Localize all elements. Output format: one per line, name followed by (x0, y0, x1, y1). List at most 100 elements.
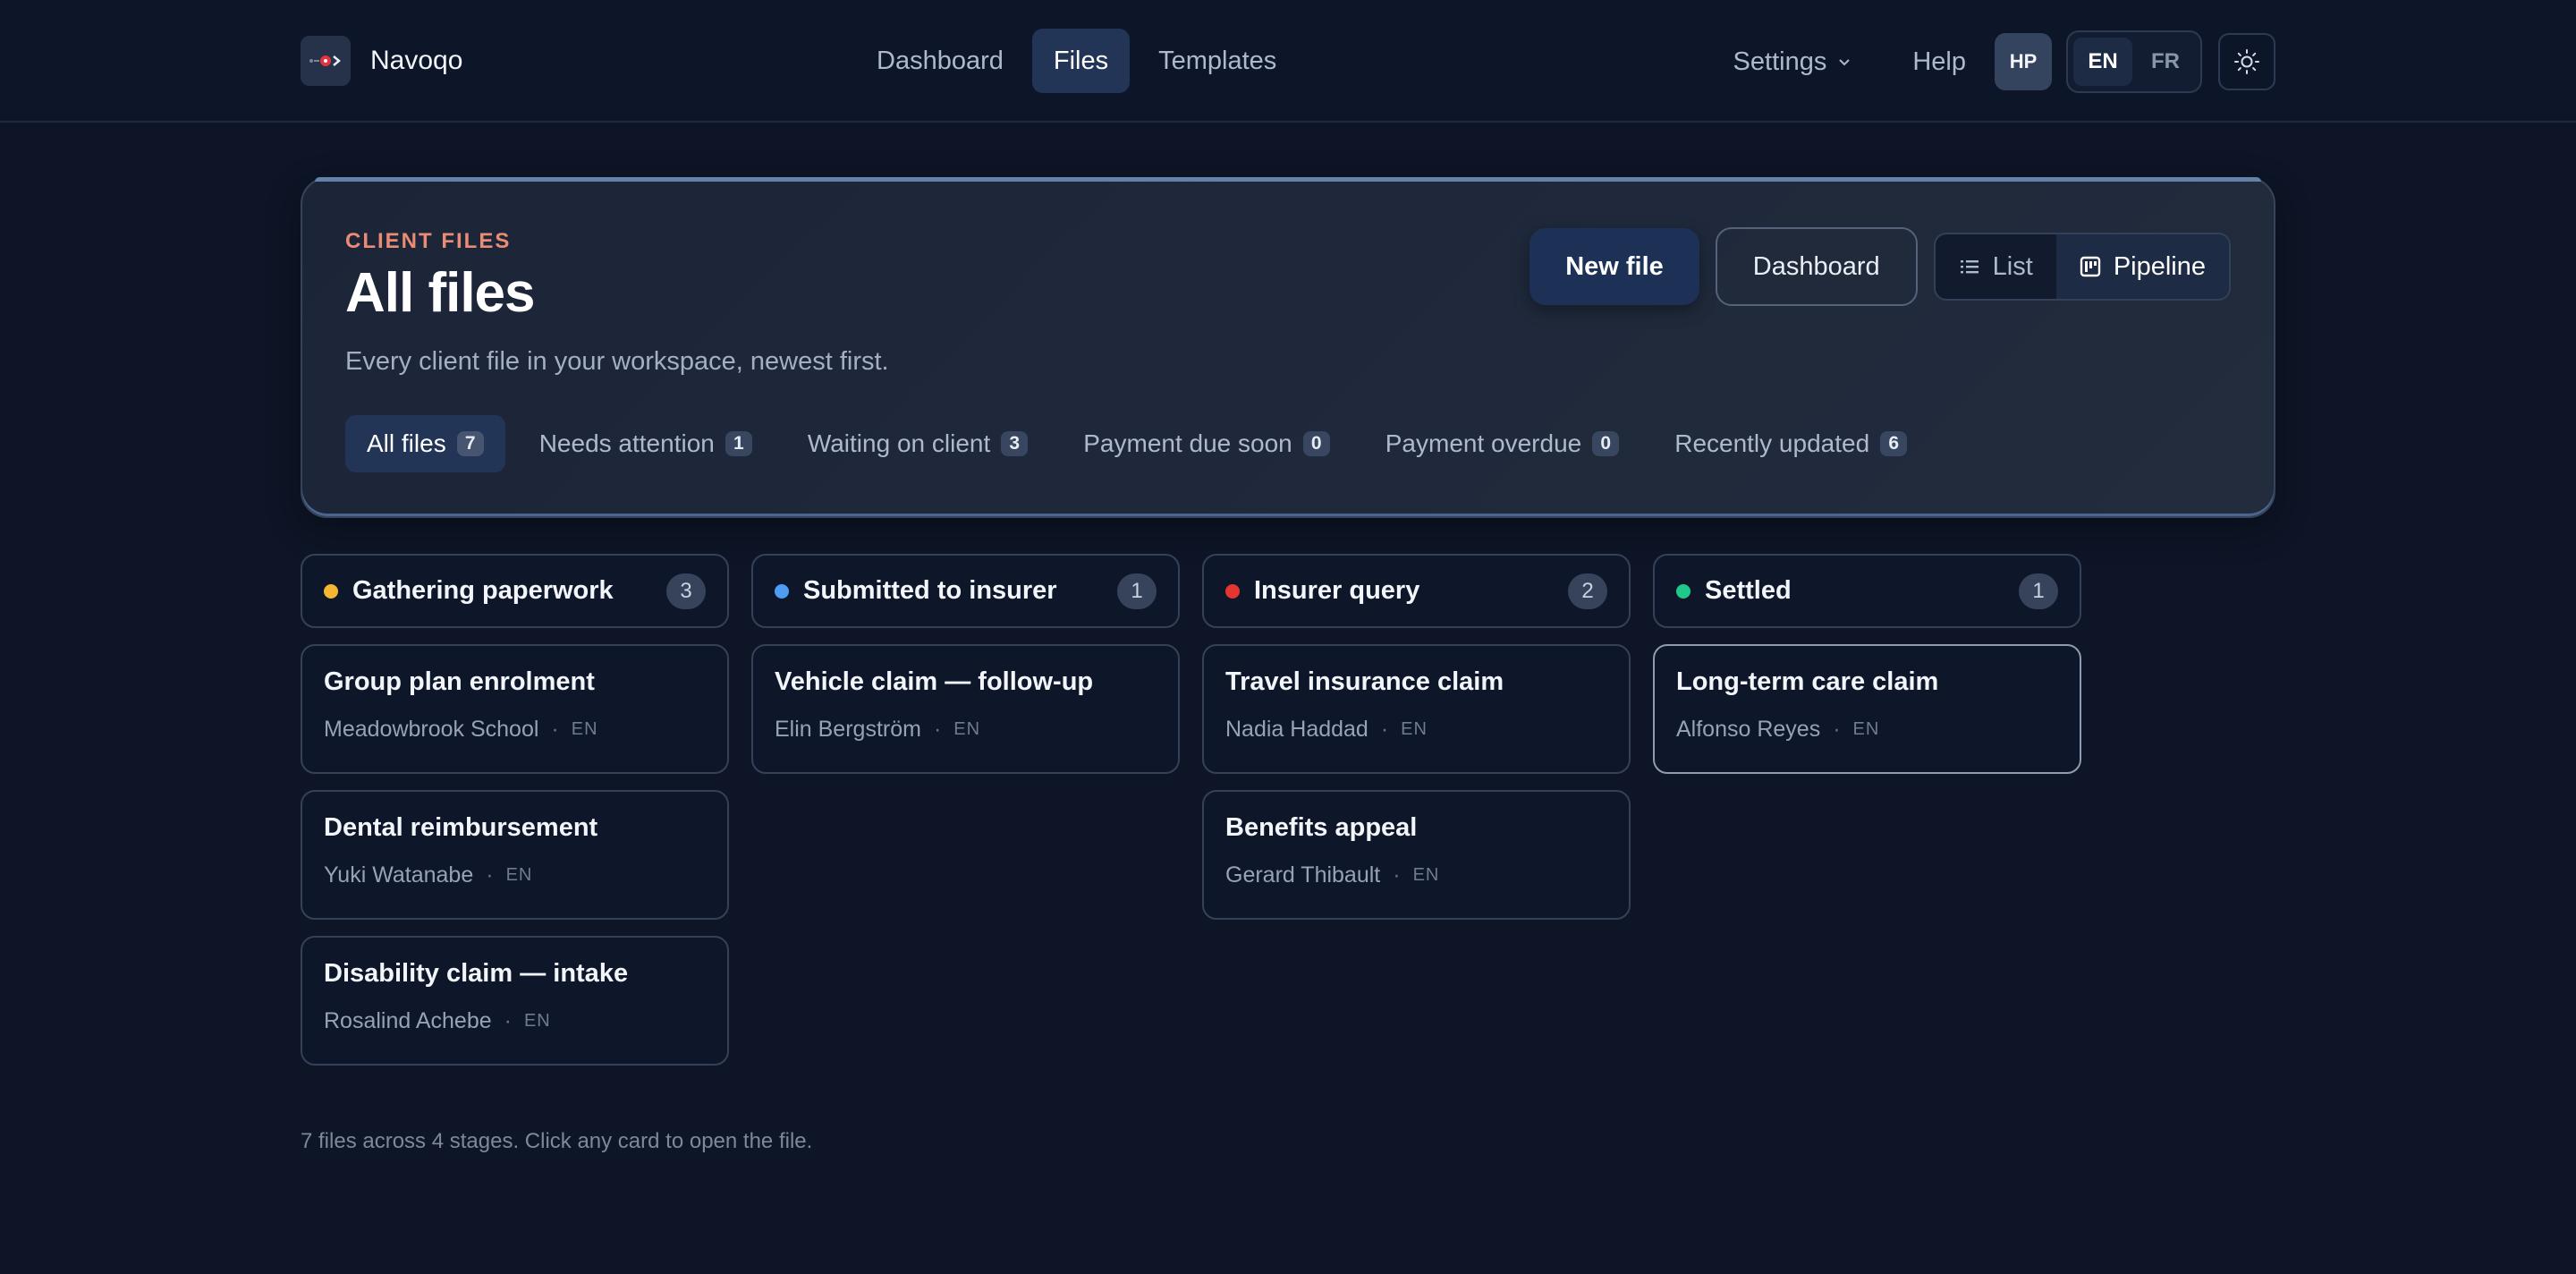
filter-tabs: All files 7 Needs attention 1 Waiting on… (345, 415, 1928, 472)
new-file-button[interactable]: New file (1530, 228, 1699, 305)
file-language: EN (523, 1011, 551, 1031)
brand[interactable]: Navoqo (301, 36, 462, 86)
list-icon (1960, 260, 1979, 274)
filter-payment-overdue[interactable]: Payment overdue 0 (1364, 415, 1640, 472)
column-header: Submitted to insurer 1 (751, 554, 1180, 628)
client-name: Meadowbrook School (324, 717, 539, 742)
filter-label: Payment overdue (1385, 429, 1582, 457)
file-meta: Elin Bergström · EN (775, 717, 1157, 743)
chevron-down-icon (1839, 59, 1851, 66)
column-title: Submitted to insurer (803, 576, 1057, 605)
file-language: EN (1412, 865, 1440, 885)
stage-status-dot (1676, 583, 1690, 599)
file-title: Travel insurance claim (1225, 667, 1504, 696)
column-count-badge: 1 (1117, 573, 1157, 609)
filter-count-badge: 7 (456, 431, 484, 456)
column-header: Gathering paperwork 3 (301, 554, 729, 628)
filter-count-badge: 3 (1001, 431, 1029, 456)
filter-label: Waiting on client (807, 429, 991, 457)
settings-menu[interactable]: Settings (1733, 47, 1852, 77)
file-card[interactable]: Benefits appeal Gerard Thibault · EN (1202, 790, 1631, 920)
column-title: Settled (1705, 576, 1792, 605)
file-title: Disability claim — intake (324, 959, 629, 988)
stage-status-dot (324, 583, 338, 599)
file-meta: Nadia Haddad · EN (1225, 717, 1607, 743)
section-eyebrow: CLIENT FILES (345, 229, 512, 253)
meta-separator: · (486, 862, 494, 888)
dashboard-button[interactable]: Dashboard (1715, 227, 1918, 306)
filter-label: All files (367, 429, 446, 457)
client-name: Elin Bergström (775, 717, 921, 742)
file-title: Vehicle claim — follow-up (775, 667, 1094, 696)
file-language: EN (571, 719, 598, 739)
filter-payment-due-soon[interactable]: Payment due soon 0 (1062, 415, 1352, 472)
filter-label: Payment due soon (1083, 429, 1292, 457)
stage-status-dot (1225, 583, 1240, 599)
nav-templates[interactable]: Templates (1137, 29, 1298, 93)
file-meta: Rosalind Achebe · EN (324, 1008, 706, 1034)
file-card[interactable]: Vehicle claim — follow-up Elin Bergström… (751, 644, 1180, 774)
client-name: Rosalind Achebe (324, 1008, 492, 1033)
logo-icon (301, 36, 351, 86)
file-title: Benefits appeal (1225, 813, 1418, 842)
filter-needs-attention[interactable]: Needs attention 1 (518, 415, 774, 472)
kanban-icon (2080, 256, 2101, 277)
file-meta: Meadowbrook School · EN (324, 717, 706, 743)
meta-separator: · (1833, 717, 1841, 742)
theme-toggle-button[interactable] (2218, 33, 2275, 90)
help-link[interactable]: Help (1912, 47, 1966, 77)
settings-label: Settings (1733, 47, 1827, 76)
view-list-label: List (1992, 251, 2033, 281)
filter-all-files[interactable]: All files 7 (345, 415, 505, 472)
meta-separator: · (1393, 862, 1401, 888)
client-name: Gerard Thibault (1225, 862, 1381, 888)
filter-count-badge: 6 (1880, 431, 1908, 456)
column-count-badge: 1 (2019, 573, 2058, 609)
file-card[interactable]: Dental reimbursement Yuki Watanabe · EN (301, 790, 729, 920)
file-card[interactable]: Long-term care claim Alfonso Reyes · EN (1653, 644, 2081, 774)
column-count-badge: 2 (1568, 573, 1607, 609)
filter-count-badge: 0 (1592, 431, 1620, 456)
file-title: Group plan enrolment (324, 667, 595, 696)
filter-recently-updated[interactable]: Recently updated 6 (1653, 415, 1928, 472)
page-subtitle: Every client file in your workspace, new… (345, 347, 889, 376)
column-header: Insurer query 2 (1202, 554, 1631, 628)
top-bar: Navoqo Dashboard Files Templates Setting… (0, 0, 2576, 123)
filter-label: Needs attention (538, 429, 715, 457)
column-title: Gathering paperwork (352, 576, 614, 605)
right-nav: Settings Help HP EN FR (1733, 30, 2275, 93)
avatar[interactable]: HP (1995, 33, 2052, 90)
file-meta: Alfonso Reyes · EN (1676, 717, 2058, 743)
column-count-badge: 3 (666, 573, 706, 609)
nav-files[interactable]: Files (1031, 29, 1131, 93)
client-name: Alfonso Reyes (1676, 717, 1821, 742)
nav-dashboard[interactable]: Dashboard (855, 29, 1025, 93)
file-language: EN (953, 719, 981, 739)
file-language: EN (1401, 719, 1428, 739)
file-card[interactable]: Disability claim — intake Rosalind Acheb… (301, 936, 729, 1066)
app-name: Navoqo (370, 46, 463, 75)
column-title: Insurer query (1254, 576, 1420, 605)
file-card[interactable]: Group plan enrolment Meadowbrook School … (301, 644, 729, 774)
view-pipeline-button[interactable]: Pipeline (2055, 234, 2229, 299)
file-language: EN (1852, 719, 1880, 739)
meta-separator: · (1380, 717, 1389, 742)
view-list-button[interactable]: List (1936, 234, 2056, 299)
column-submitted-to-insurer: Submitted to insurer 1 Vehicle claim — f… (751, 554, 1180, 1066)
file-title: Long-term care claim (1676, 667, 1939, 696)
language-switcher: EN FR (2066, 30, 2202, 93)
stage-status-dot (775, 583, 789, 599)
client-name: Nadia Haddad (1225, 717, 1368, 742)
client-name: Yuki Watanabe (324, 862, 474, 888)
page-title: All files (345, 262, 536, 324)
language-fr[interactable]: FR (2136, 38, 2195, 86)
file-title: Dental reimbursement (324, 813, 598, 842)
view-toggle: List Pipeline (1933, 233, 2231, 301)
language-en[interactable]: EN (2073, 38, 2132, 86)
filter-waiting-on-client[interactable]: Waiting on client 3 (786, 415, 1049, 472)
file-card[interactable]: Travel insurance claim Nadia Haddad · EN (1202, 644, 1631, 774)
file-meta: Yuki Watanabe · EN (324, 862, 706, 888)
column-gathering-paperwork: Gathering paperwork 3 Group plan enrolme… (301, 554, 729, 1066)
file-language: EN (505, 865, 533, 885)
board-footnote: 7 files across 4 stages. Click any card … (301, 1129, 813, 1153)
